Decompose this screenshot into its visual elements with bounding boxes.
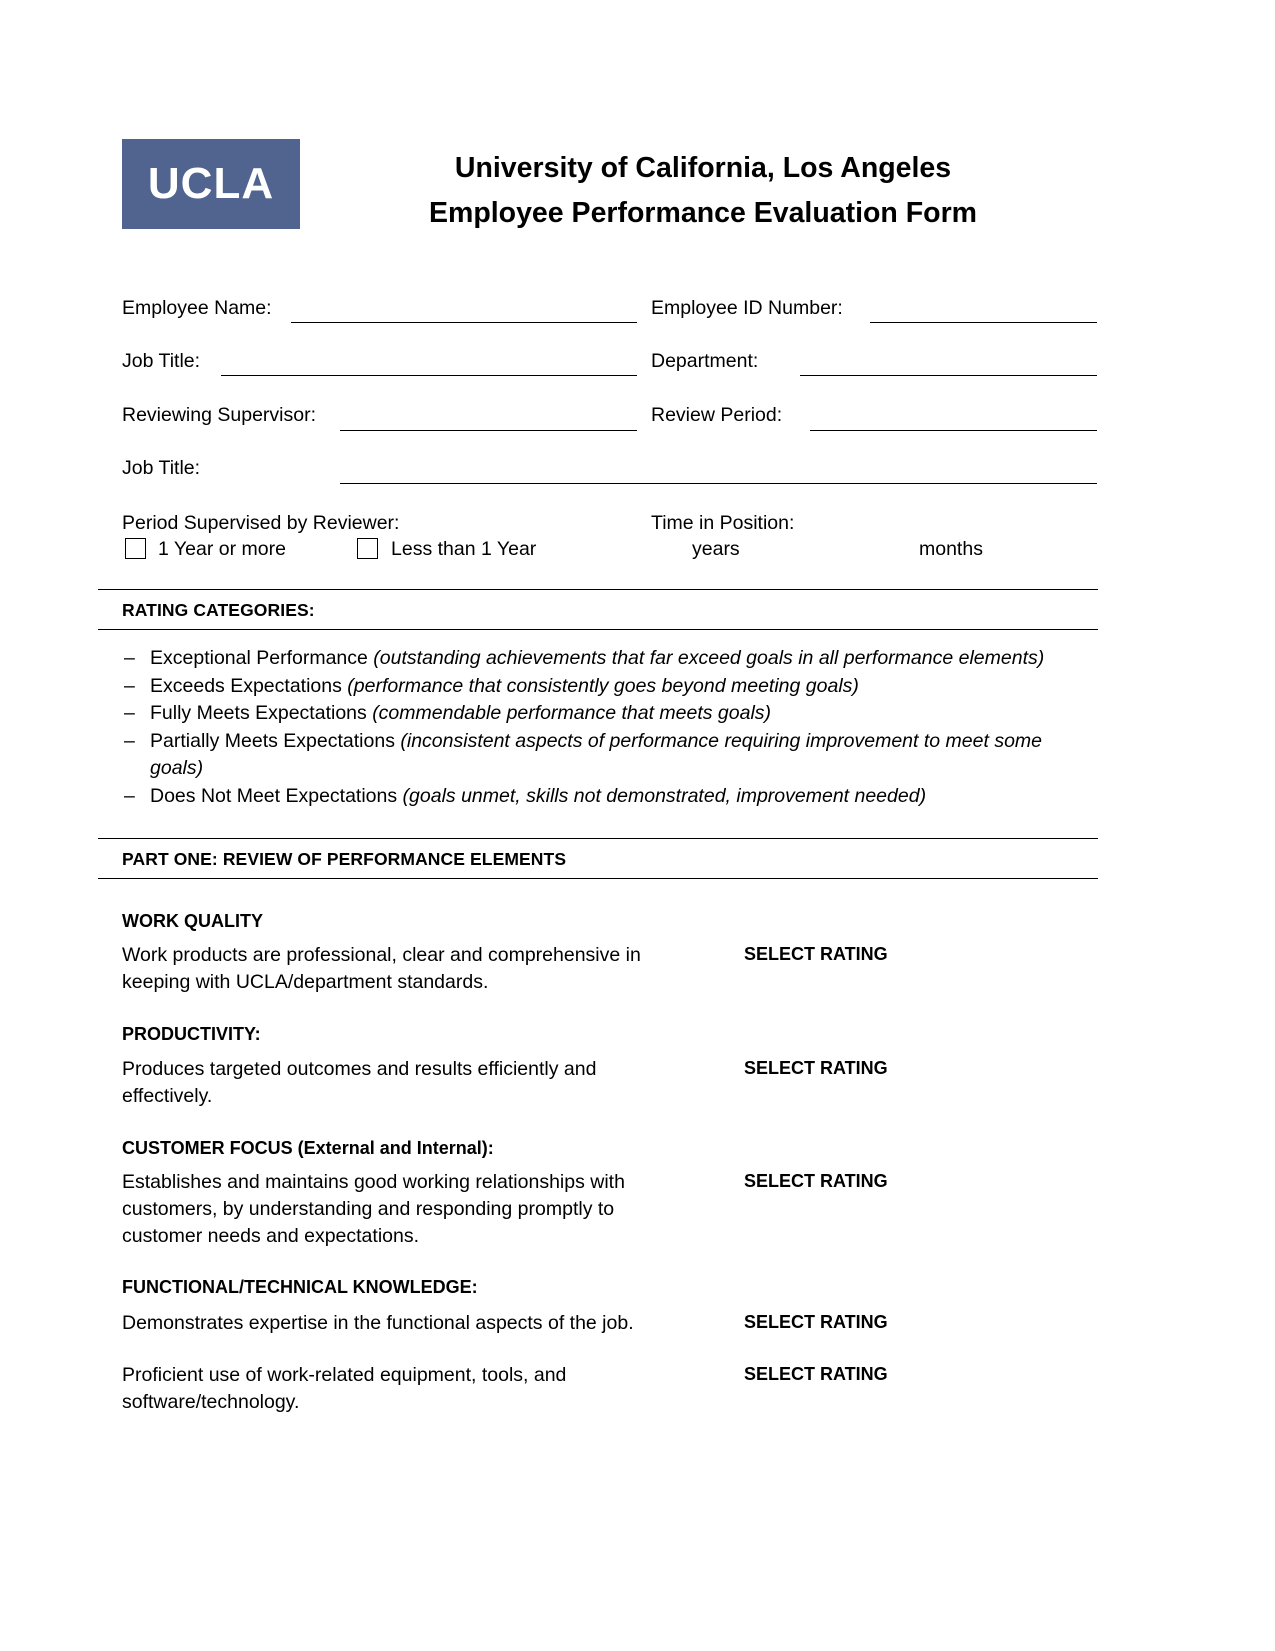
element-heading-functional-technical-knowledge: FUNCTIONAL/TECHNICAL KNOWLEDGE:: [122, 1277, 478, 1297]
title-line-1: University of California, Los Angeles: [454, 152, 952, 184]
element-heading-work-quality: WORK QUALITY: [122, 911, 263, 931]
rule-above-part-one: [98, 838, 1098, 839]
checkbox-less-than-one-year-label: Less than 1 Year: [391, 538, 537, 560]
element-desc-equipment-software: Proficient use of work-related equipment…: [122, 1364, 567, 1413]
element-desc-functional-technical-knowledge: Demonstrates expertise in the functional…: [122, 1312, 634, 1334]
employee-id-label: Employee ID Number:: [651, 297, 843, 319]
months-label: months: [919, 538, 983, 560]
evaluation-form-page: UCLA University of California, Los Angel…: [0, 0, 1275, 1651]
select-rating-equipment-software[interactable]: SELECT RATING: [744, 1364, 888, 1385]
checkbox-one-year-or-more-label: 1 Year or more: [158, 538, 286, 560]
reviewing-supervisor-label: Reviewing Supervisor:: [122, 404, 317, 426]
rating-categories-list: – Exceptional Performance (outstanding a…: [122, 645, 1077, 810]
employee-name-label: Employee Name:: [122, 297, 272, 319]
dash-bullet-icon: –: [124, 674, 135, 697]
employee-name-input[interactable]: [291, 322, 637, 323]
rating-category-item: – Exceeds Expectations (performance that…: [122, 673, 1077, 701]
rule-above-rating-categories: [98, 589, 1098, 590]
years-label: years: [692, 538, 740, 560]
review-period-input[interactable]: [810, 430, 1097, 431]
rating-category-desc: (commendable performance that meets goal…: [372, 702, 772, 724]
rating-category-desc: (goals unmet, skills not demonstrated, i…: [402, 784, 927, 807]
supervisor-job-title-input[interactable]: [340, 483, 1097, 484]
form-header: UCLA University of California, Los Angel…: [122, 134, 1098, 244]
dash-bullet-icon: –: [124, 647, 135, 669]
checkbox-less-than-one-year[interactable]: [357, 538, 378, 559]
rating-category-name: Partially Meets Expectations: [150, 729, 395, 752]
element-heading-customer-focus: CUSTOMER FOCUS (External and Internal):: [122, 1138, 494, 1158]
page-title: University of California, Los Angeles Em…: [308, 146, 1098, 236]
job-title-input[interactable]: [221, 375, 637, 376]
select-rating-work-quality[interactable]: SELECT RATING: [744, 944, 888, 965]
rule-below-part-one: [98, 878, 1098, 879]
rating-category-desc: (outstanding achievements that far excee…: [373, 647, 1045, 669]
rating-category-name: Exceptional Performance: [150, 647, 368, 669]
supervisor-job-title-label: Job Title:: [122, 457, 201, 479]
dash-bullet-icon: –: [124, 702, 135, 724]
checkbox-one-year-or-more[interactable]: [125, 538, 146, 559]
select-rating-customer-focus[interactable]: SELECT RATING: [744, 1171, 888, 1192]
part-one-heading: PART ONE: REVIEW OF PERFORMANCE ELEMENTS: [122, 849, 567, 869]
element-desc-work-quality: Work products are professional, clear an…: [122, 944, 641, 993]
period-supervised-label: Period Supervised by Reviewer:: [122, 512, 400, 534]
rating-categories-heading: RATING CATEGORIES:: [122, 600, 315, 620]
element-desc-customer-focus: Establishes and maintains good working r…: [122, 1171, 625, 1247]
review-period-label: Review Period:: [651, 404, 783, 426]
rating-category-name: Does Not Meet Expectations: [150, 784, 398, 807]
select-rating-productivity[interactable]: SELECT RATING: [744, 1058, 888, 1079]
time-in-position-label: Time in Position:: [651, 512, 795, 534]
rating-category-item: – Partially Meets Expectations (inconsis…: [122, 728, 1077, 783]
ucla-logo: UCLA: [122, 139, 300, 229]
rating-category-item: – Fully Meets Expectations (commendable …: [122, 700, 1077, 728]
department-label: Department:: [651, 350, 759, 372]
rating-category-name: Fully Meets Expectations: [150, 702, 367, 724]
rating-category-item: – Exceptional Performance (outstanding a…: [122, 645, 1077, 673]
employee-id-input[interactable]: [870, 322, 1097, 323]
select-rating-functional-technical-knowledge[interactable]: SELECT RATING: [744, 1312, 888, 1333]
department-input[interactable]: [800, 375, 1097, 376]
dash-bullet-icon: –: [124, 784, 135, 807]
rating-category-name: Exceeds Expectations: [150, 674, 342, 697]
job-title-label: Job Title:: [122, 350, 201, 372]
rating-category-item: – Does Not Meet Expectations (goals unme…: [122, 783, 1077, 811]
title-line-2: Employee Performance Evaluation Form: [429, 197, 977, 230]
rating-category-desc: (performance that consistently goes beyo…: [347, 674, 859, 697]
reviewing-supervisor-input[interactable]: [340, 430, 637, 431]
element-desc-productivity: Produces targeted outcomes and results e…: [122, 1058, 597, 1107]
ucla-logo-text: UCLA: [147, 159, 275, 208]
element-heading-productivity: PRODUCTIVITY:: [122, 1024, 261, 1044]
rule-below-rating-categories: [98, 629, 1098, 630]
dash-bullet-icon: –: [124, 729, 135, 752]
